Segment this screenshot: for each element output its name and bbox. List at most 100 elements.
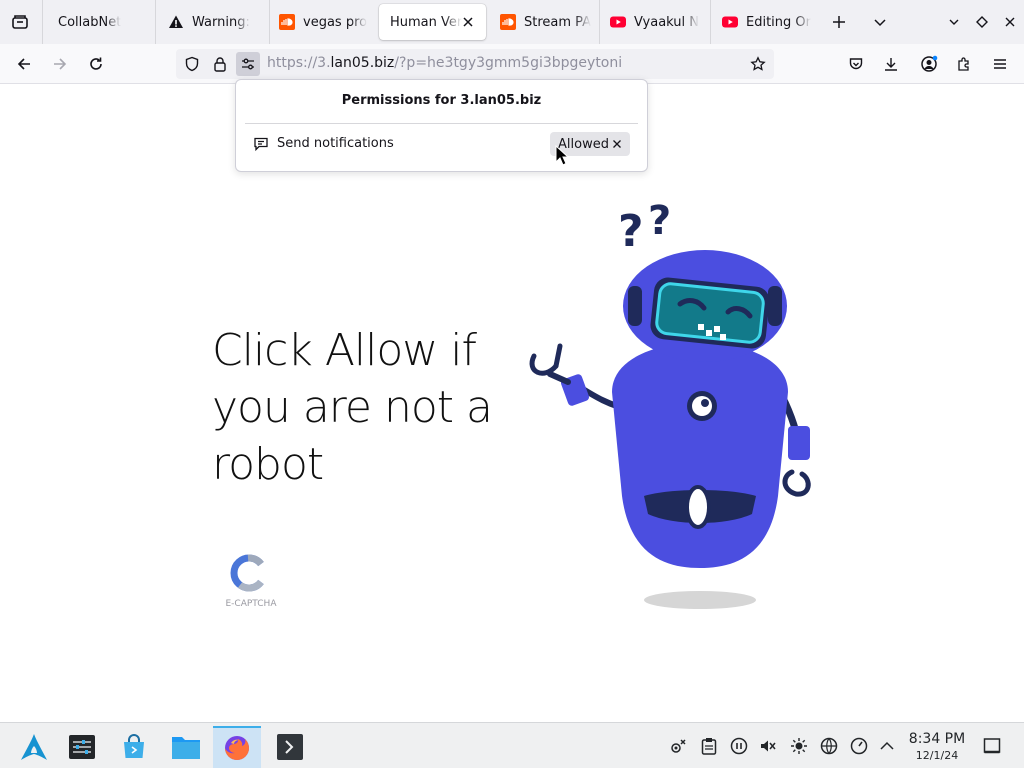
terminal-icon	[277, 734, 303, 760]
tab-strip: CollabNet Warning: vegas pro Human Ver S…	[0, 0, 1024, 44]
taskbar-discover-app[interactable]	[110, 726, 158, 768]
tray-expand-button[interactable]	[877, 736, 897, 756]
show-desktop-button[interactable]	[982, 736, 1002, 756]
tray-media-pause-icon[interactable]	[729, 736, 749, 756]
tab-label: vegas pro	[303, 14, 368, 30]
taskbar-terminal-app[interactable]	[266, 726, 314, 768]
globe-network-icon	[820, 737, 838, 755]
show-desktop-icon	[983, 738, 1001, 754]
soundcloud-icon	[279, 14, 295, 30]
tray-power-profile-icon[interactable]	[849, 736, 869, 756]
tray-brightness-icon[interactable]	[789, 736, 809, 756]
firefox-view-icon	[12, 15, 28, 29]
tray-network-share-icon[interactable]	[669, 736, 689, 756]
tab-separator	[155, 0, 156, 44]
taskbar-files-app[interactable]	[162, 726, 210, 768]
chevron-up-icon	[880, 741, 894, 750]
url-scheme: https://3.	[267, 55, 331, 71]
robot-body	[612, 342, 788, 568]
tab-label: Warning:	[192, 14, 250, 30]
tab-separator	[710, 0, 711, 44]
tab-stream[interactable]: Stream PA	[500, 0, 592, 44]
tab-separator	[42, 0, 43, 44]
tray-clipboard-icon[interactable]	[699, 736, 719, 756]
pocket-icon	[849, 58, 863, 70]
system-settings-icon	[69, 735, 95, 759]
tab-editing[interactable]: Editing Or	[722, 0, 816, 44]
pause-icon	[730, 737, 748, 755]
permissions-sliders-icon	[242, 58, 254, 70]
site-permissions-button[interactable]	[236, 52, 260, 76]
app-menu-button[interactable]	[986, 50, 1014, 78]
notification-chat-icon	[254, 137, 268, 152]
back-arrow-icon	[17, 58, 30, 70]
network-devices-icon	[671, 739, 686, 753]
tab-warning[interactable]: Warning:	[168, 0, 266, 44]
new-tab-button[interactable]	[827, 10, 851, 34]
youtube-icon	[722, 14, 738, 30]
window-close-button[interactable]	[998, 10, 1022, 34]
account-icon	[921, 55, 938, 72]
question-mark-icon: ?	[648, 198, 671, 244]
app-launcher-button[interactable]	[10, 726, 58, 768]
chevron-down-icon	[874, 19, 886, 27]
folder-icon	[172, 737, 200, 759]
account-button[interactable]	[915, 50, 943, 78]
warning-icon	[168, 14, 184, 30]
tray-network-icon[interactable]	[819, 736, 839, 756]
permissions-popup: Permissions for 3.lan05.biz Send notific…	[235, 79, 648, 172]
bookmark-star-button[interactable]	[746, 52, 770, 76]
close-tab-icon[interactable]	[460, 14, 476, 30]
arch-linux-logo-icon	[21, 734, 47, 760]
taskbar-settings-app[interactable]	[58, 726, 106, 768]
downloads-button[interactable]	[877, 50, 905, 78]
puzzle-icon	[958, 57, 969, 71]
list-all-tabs-button[interactable]	[868, 10, 892, 34]
tab-human-verification[interactable]: Human Ver	[379, 4, 486, 40]
taskbar-firefox-app[interactable]	[213, 726, 261, 768]
divider	[245, 123, 638, 124]
minimize-chevron-icon	[949, 19, 959, 25]
plus-icon	[833, 16, 845, 28]
youtube-icon	[610, 14, 626, 30]
download-icon	[885, 58, 897, 71]
hamburger-menu-icon	[994, 59, 1006, 69]
tab-overview-button[interactable]	[8, 10, 32, 34]
window-minimize-button[interactable]	[942, 10, 966, 34]
tab-label: Human Ver	[390, 14, 462, 30]
sun-icon	[791, 738, 807, 754]
tab-label: Stream PA	[524, 14, 592, 30]
tab-vegas-pro[interactable]: vegas pro	[279, 0, 373, 44]
back-button[interactable]	[10, 50, 38, 78]
mouse-cursor-icon	[555, 145, 569, 166]
address-bar[interactable]: https://3.lan05.biz/?p=he3tgy3gmm5gi3bpg…	[176, 49, 774, 79]
tracking-protection-button[interactable]	[180, 52, 204, 76]
page-headline: Click Allow if you are not a robot	[212, 325, 493, 490]
revoke-permission-close-icon[interactable]	[610, 137, 624, 151]
extensions-button[interactable]	[950, 50, 978, 78]
url-path: /?p=he3tgy3gmm5gi3bpgeytoni	[394, 55, 623, 71]
shopping-bag-icon	[124, 734, 144, 758]
star-icon	[750, 56, 766, 71]
gauge-icon	[850, 737, 868, 755]
site-security-button[interactable]	[208, 52, 232, 76]
robot-shadow	[644, 591, 756, 609]
clipboard-icon	[701, 738, 717, 755]
clock-date: 12/1/24	[915, 749, 959, 762]
tab-collabnet[interactable]: CollabNet	[58, 0, 158, 44]
speaker-muted-icon	[761, 740, 776, 752]
forward-arrow-icon	[54, 58, 67, 70]
reload-button[interactable]	[82, 50, 110, 78]
window-maximize-button[interactable]	[970, 10, 994, 34]
pocket-button[interactable]	[842, 50, 870, 78]
tab-label: CollabNet	[58, 14, 122, 30]
diamond-icon	[976, 16, 988, 28]
lock-icon	[214, 57, 226, 72]
tab-separator	[269, 0, 270, 44]
forward-button[interactable]	[46, 50, 74, 78]
tab-separator	[599, 0, 600, 44]
captcha-logo-icon	[230, 554, 264, 592]
url-text[interactable]: https://3.lan05.biz/?p=he3tgy3gmm5gi3bpg…	[267, 55, 622, 71]
tab-vyaakul[interactable]: Vyaakul N	[610, 0, 708, 44]
tray-volume-muted-icon[interactable]	[758, 736, 778, 756]
